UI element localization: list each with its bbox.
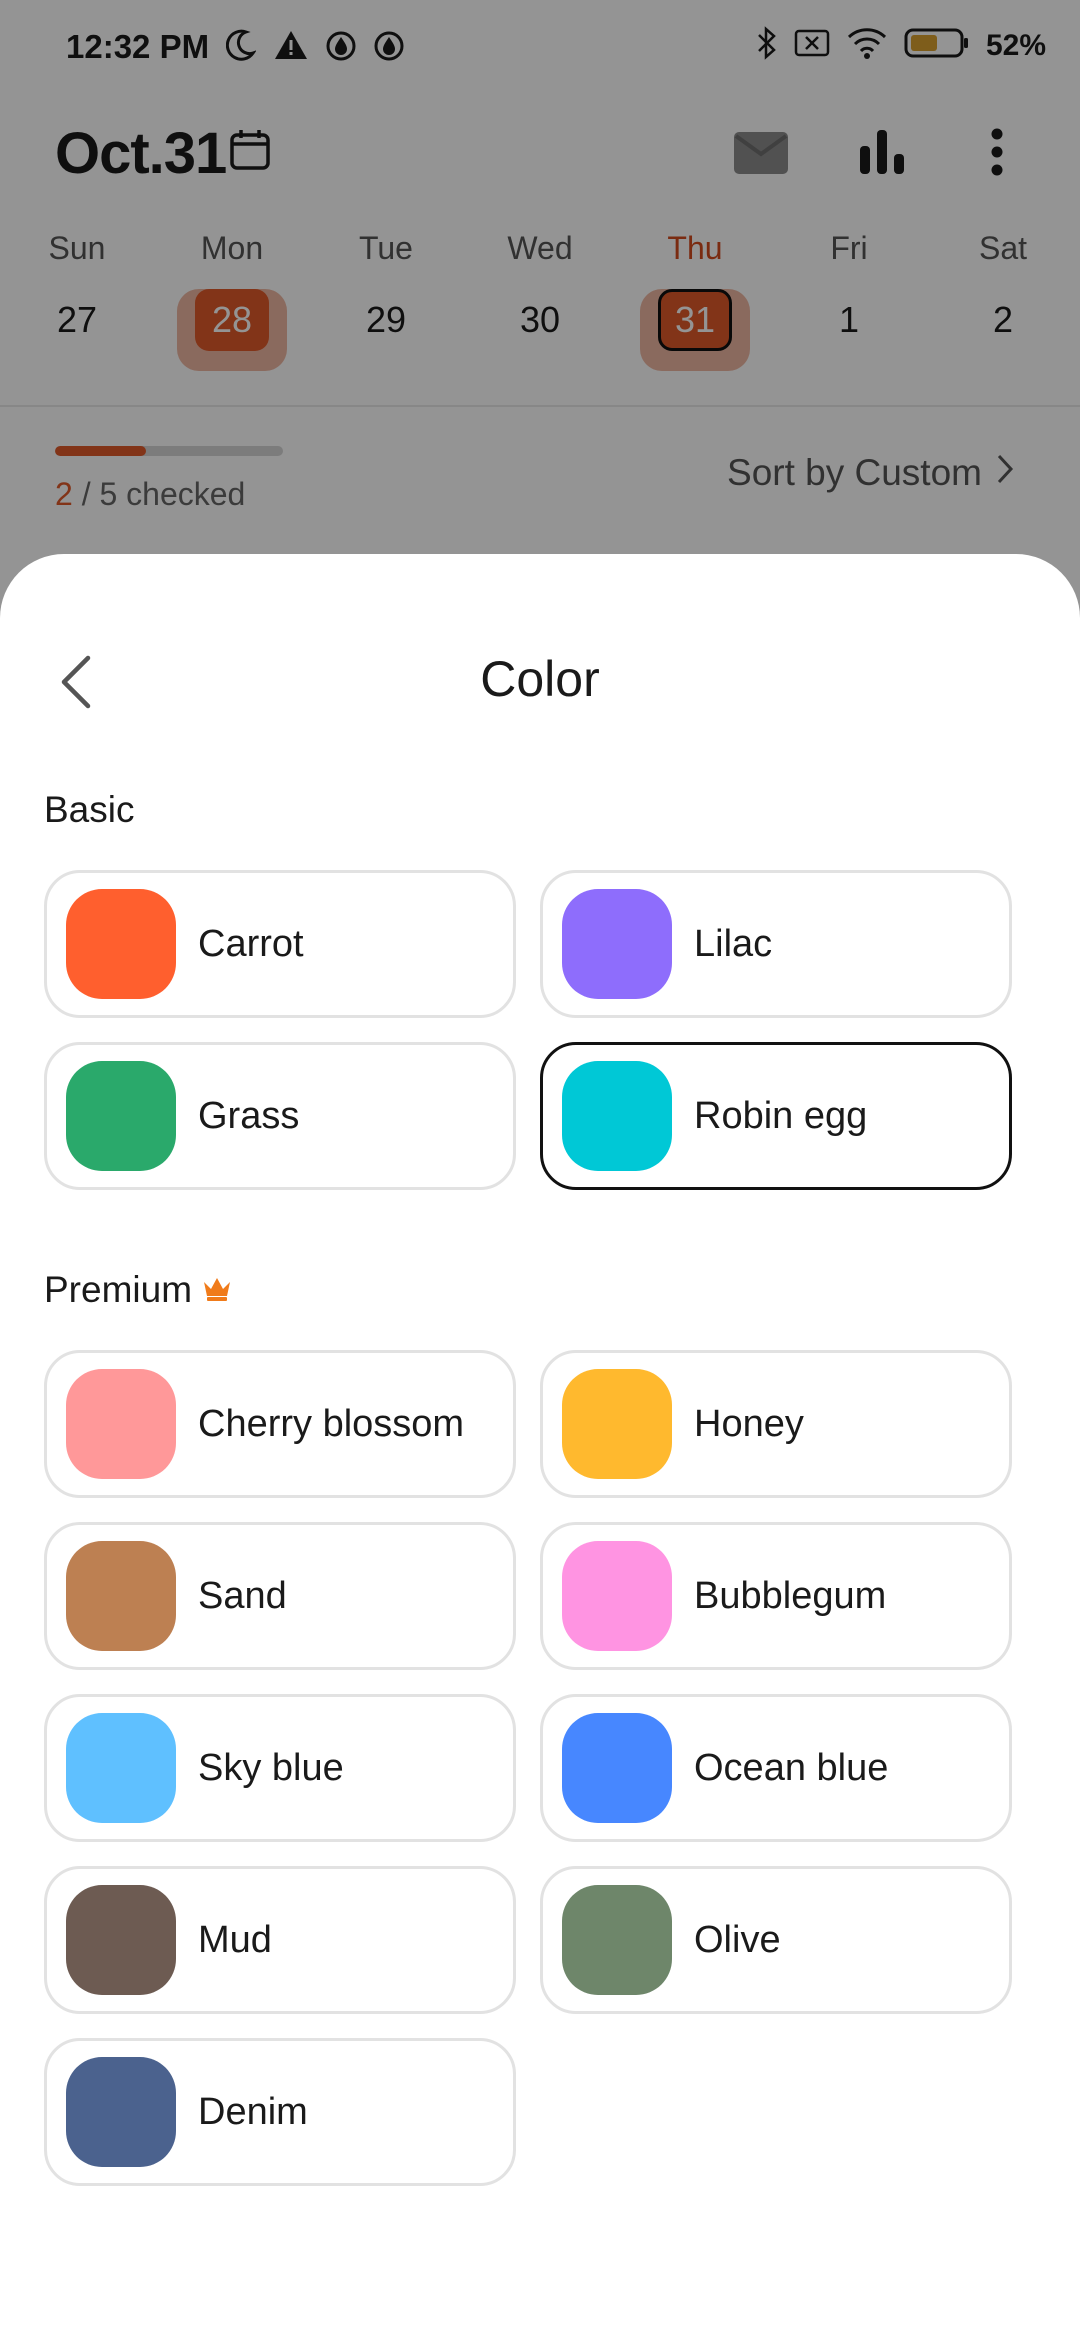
color-option-sand[interactable]: Sand [44, 1522, 516, 1670]
color-option-carrot[interactable]: Carrot [44, 870, 516, 1018]
color-swatch [66, 1541, 176, 1651]
premium-section-label: Premium [44, 1269, 232, 1311]
color-option-sky-blue[interactable]: Sky blue [44, 1694, 516, 1842]
color-swatch [66, 889, 176, 999]
color-name: Sand [198, 1574, 287, 1617]
color-option-ocean-blue[interactable]: Ocean blue [540, 1694, 1012, 1842]
color-option-lilac[interactable]: Lilac [540, 870, 1012, 1018]
color-name: Denim [198, 2090, 308, 2133]
color-name: Grass [198, 1094, 300, 1137]
color-swatch [66, 1369, 176, 1479]
color-option-robin-egg[interactable]: Robin egg [540, 1042, 1012, 1190]
color-name: Bubblegum [694, 1574, 887, 1617]
color-option-honey[interactable]: Honey [540, 1350, 1012, 1498]
color-option-denim[interactable]: Denim [44, 2038, 516, 2186]
color-option-grass[interactable]: Grass [44, 1042, 516, 1190]
sheet-title: Color [480, 651, 600, 707]
crown-icon [202, 1269, 232, 1311]
color-name: Robin egg [694, 1094, 868, 1137]
color-name: Sky blue [198, 1746, 344, 1789]
color-swatch [562, 1369, 672, 1479]
basic-label: Basic [44, 789, 135, 830]
color-swatch [562, 1713, 672, 1823]
color-name: Mud [198, 1918, 272, 1961]
basic-color-grid: Carrot Lilac Grass Robin egg [44, 870, 1014, 1190]
color-name: Olive [694, 1918, 781, 1961]
basic-section-label: Basic [44, 789, 134, 831]
premium-color-grid: Cherry blossom Honey Sand Bubblegum Sky blue… [44, 1350, 1014, 2186]
color-swatch [562, 889, 672, 999]
color-option-cherry-blossom[interactable]: Cherry blossom [44, 1350, 516, 1498]
color-name: Honey [694, 1402, 804, 1445]
color-name: Ocean blue [694, 1746, 889, 1789]
color-name: Cherry blossom [198, 1402, 465, 1445]
color-option-bubblegum[interactable]: Bubblegum [540, 1522, 1012, 1670]
color-swatch [562, 1061, 672, 1171]
color-swatch [66, 1885, 176, 1995]
color-option-olive[interactable]: Olive [540, 1866, 1012, 2014]
color-swatch [562, 1885, 672, 1995]
color-swatch [66, 1713, 176, 1823]
color-swatch [562, 1541, 672, 1651]
color-picker-sheet: Color Basic Carrot Lilac Grass Robin egg Pr… [0, 554, 1080, 2340]
color-swatch [66, 1061, 176, 1171]
color-swatch [66, 2057, 176, 2167]
color-name: Carrot [198, 922, 304, 965]
color-option-mud[interactable]: Mud [44, 1866, 516, 2014]
color-name: Lilac [694, 922, 773, 965]
premium-label: Premium [44, 1269, 193, 1310]
